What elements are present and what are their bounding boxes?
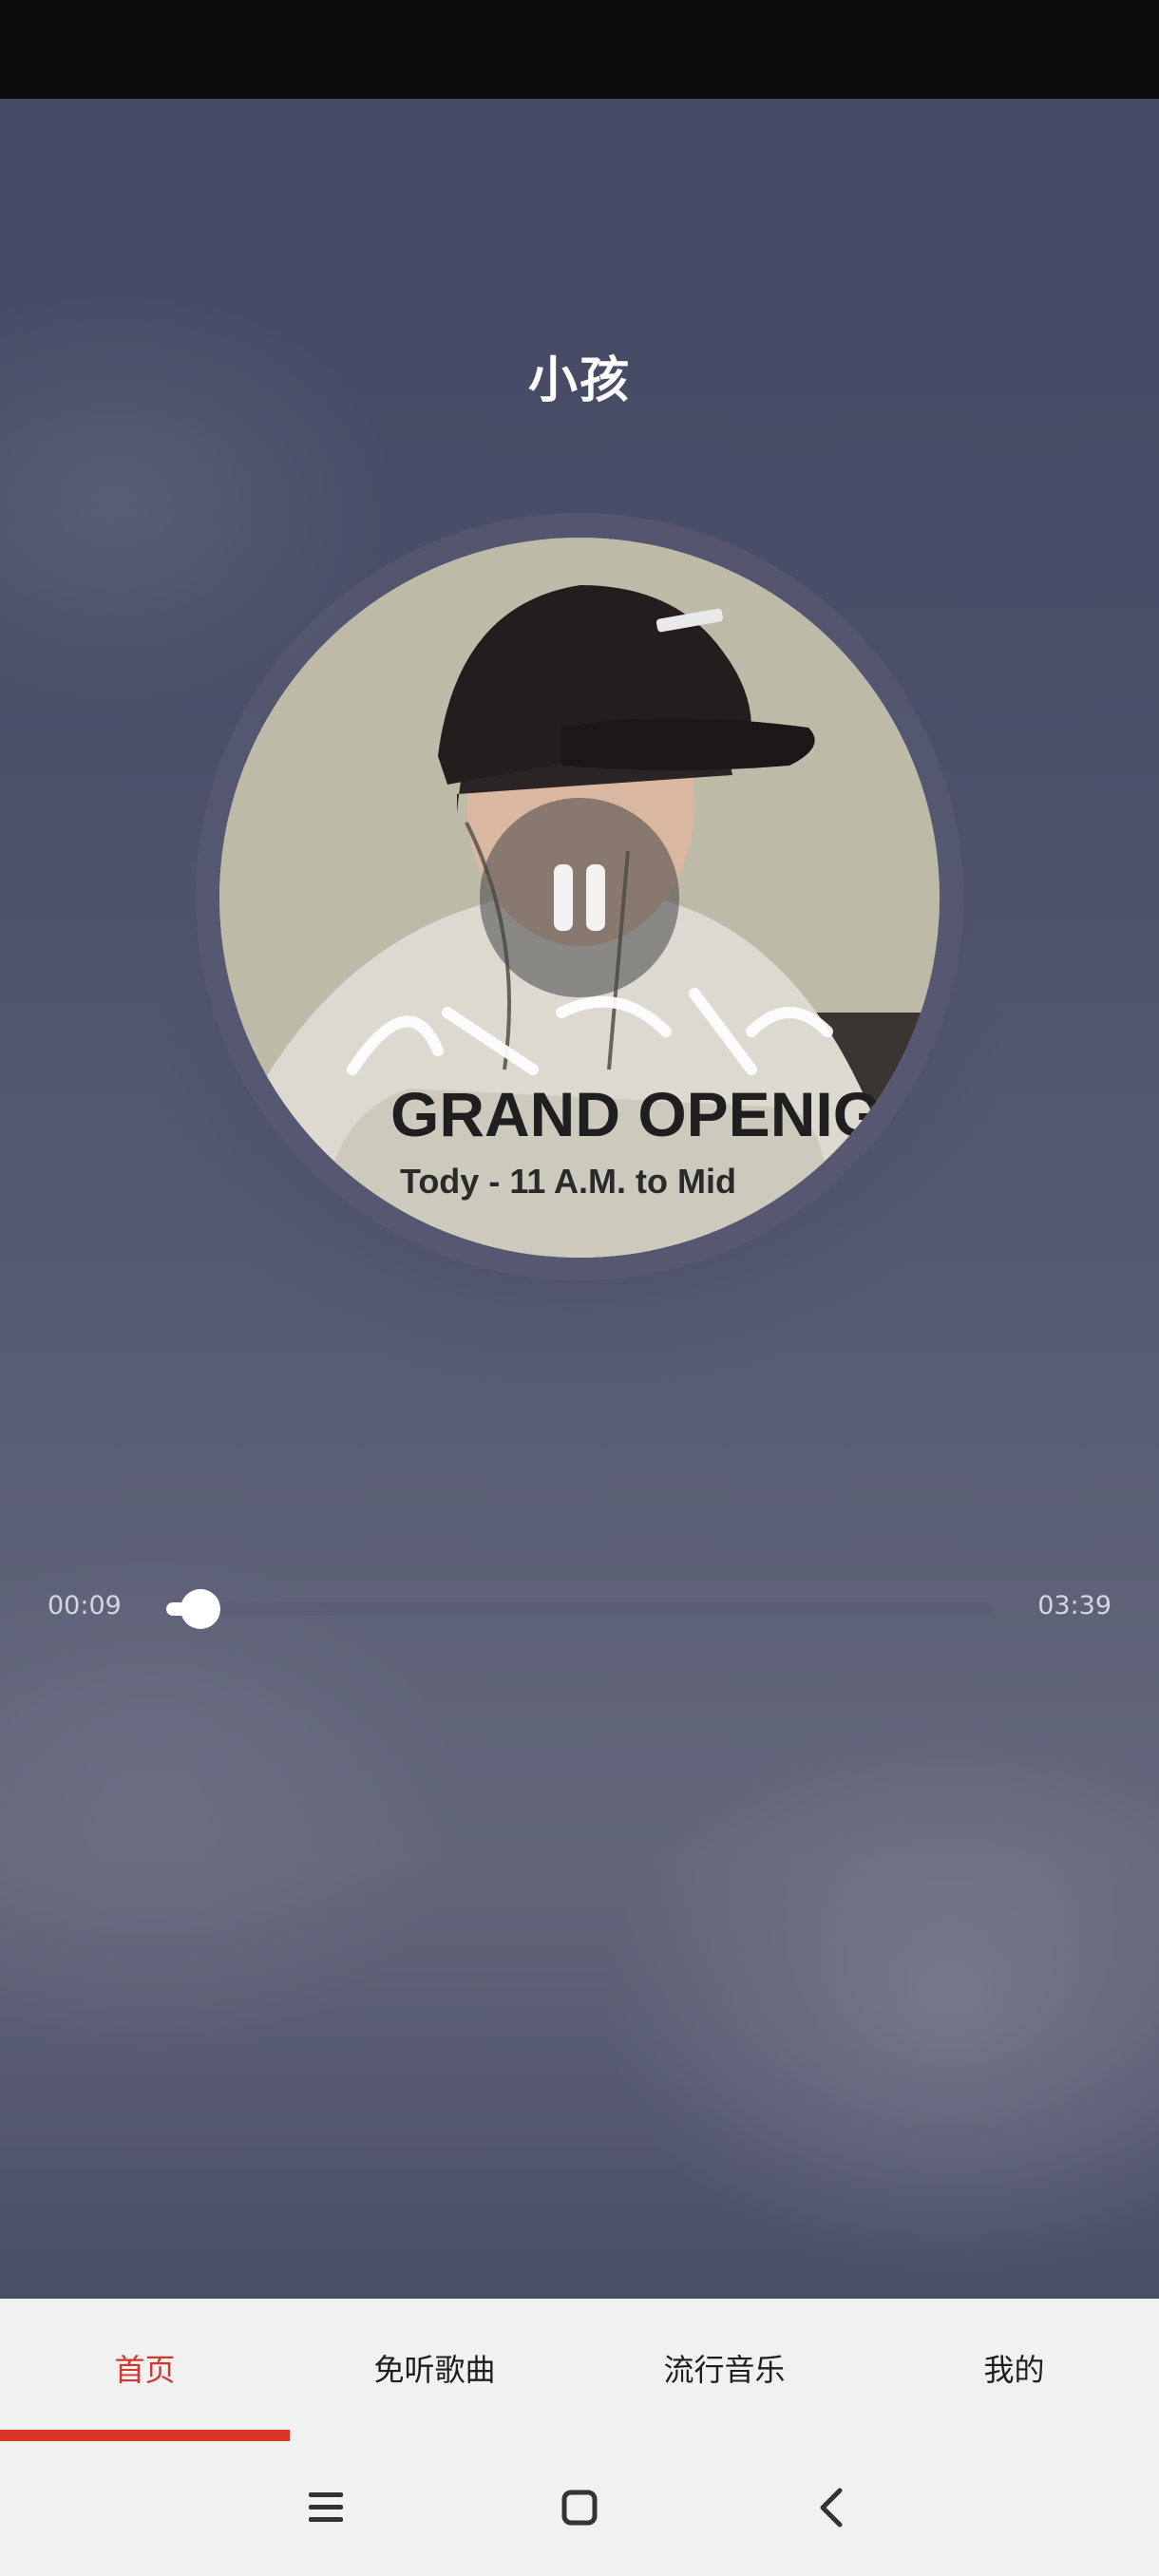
pause-icon-bar [586,864,605,931]
total-time: 03:39 [1037,1591,1112,1620]
active-tab-indicator [0,2430,290,2441]
pause-button[interactable] [480,798,679,997]
tab-free-songs[interactable]: 免听歌曲 [290,2299,580,2441]
system-navigation-bar [0,2441,1159,2576]
svg-text:Tody - 11 A.M. to Mid: Tody - 11 A.M. to Mid [400,1162,736,1201]
current-time: 00:09 [48,1591,122,1620]
pause-icon [554,864,573,931]
tab-pop-music[interactable]: 流行音乐 [580,2299,869,2441]
tab-home[interactable]: 首页 [0,2299,290,2441]
back-icon[interactable] [794,2470,870,2546]
tab-mine[interactable]: 我的 [869,2299,1159,2441]
home-icon[interactable] [542,2470,618,2546]
menu-icon[interactable] [288,2470,364,2546]
music-player-screen: 小孩 GRAND OPENIG Tody - 11 A.M. to Mid 00… [0,0,1159,2576]
progress-thumb[interactable] [180,1589,220,1629]
song-title: 小孩 [527,352,631,409]
status-bar [0,0,1159,99]
bottom-tab-bar: 首页 免听歌曲 流行音乐 我的 [0,2299,1159,2441]
progress-slider[interactable] [166,1589,993,1629]
shirt-print-text: GRAND OPENIG [390,1079,882,1149]
